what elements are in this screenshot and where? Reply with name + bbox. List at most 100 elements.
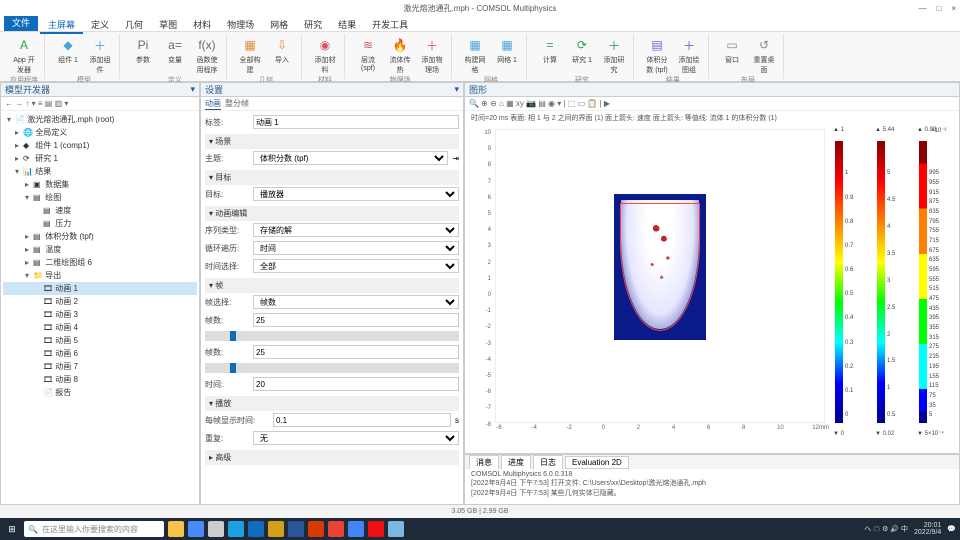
tree-node[interactable]: ▾📁 导出 bbox=[3, 269, 197, 282]
target-select[interactable]: 播放器 bbox=[253, 187, 459, 201]
taskbar-app[interactable] bbox=[308, 521, 324, 537]
section-scene[interactable]: ▾ 场景 bbox=[205, 134, 459, 149]
frame-sel-select[interactable]: 帧数 bbox=[253, 295, 459, 309]
section-anim-edit[interactable]: ▾ 动画编辑 bbox=[205, 206, 459, 221]
taskbar-app[interactable] bbox=[228, 521, 244, 537]
tree-node[interactable]: ▾📄 激光熔池通孔.mph (root) bbox=[3, 113, 197, 126]
label-input[interactable] bbox=[253, 115, 459, 129]
tree-node[interactable]: 🎞 动画 4 bbox=[3, 321, 197, 334]
taskbar-app[interactable] bbox=[388, 521, 404, 537]
tree-node[interactable]: ▸▤ 温度 bbox=[3, 243, 197, 256]
close-button[interactable]: × bbox=[951, 4, 956, 13]
section-frames[interactable]: ▾ 帧 bbox=[205, 278, 459, 293]
app-builder[interactable]: AApp 开发器 bbox=[11, 36, 37, 75]
graphics-toolbar[interactable]: 🔍 ⊕ ⊖ ⌂ ▦ xy 📷 ▤ ◉ ▾ | ⬚ ▭ 📋 | ▶ bbox=[465, 97, 959, 111]
tree-node[interactable]: 🎞 动画 5 bbox=[3, 334, 197, 347]
tree-node[interactable]: ▤ 压力 bbox=[3, 217, 197, 230]
tree-node[interactable]: ▸▤ 体积分数 (tpf) bbox=[3, 230, 197, 243]
taskbar-app[interactable] bbox=[168, 521, 184, 537]
tab-7[interactable]: 研究 bbox=[296, 18, 330, 32]
tab-4[interactable]: 材料 bbox=[185, 18, 219, 32]
laminar-flow[interactable]: ≋层流 (spf) bbox=[355, 36, 381, 72]
tree-node[interactable]: 🎞 动画 1 bbox=[3, 282, 197, 295]
tree-node[interactable]: ▤ 速度 bbox=[3, 204, 197, 217]
taskbar-app[interactable] bbox=[268, 521, 284, 537]
panel-collapse-icon[interactable]: ▾ bbox=[454, 84, 459, 95]
start-button[interactable]: ⊞ bbox=[4, 521, 20, 537]
system-tray[interactable]: へ ☁ ⚙ 🔊 中 20:012022/9/4 💬 bbox=[864, 522, 956, 536]
plot-area[interactable]: 109876543210-1-2-3-4-5-6-7-8 -6-4-202468… bbox=[477, 127, 829, 437]
log-tab-1[interactable]: 进度 bbox=[501, 455, 531, 470]
tree-node[interactable]: ▾📊 结果 bbox=[3, 165, 197, 178]
study1[interactable]: ⟳研究 1 bbox=[569, 36, 595, 65]
notification-icon[interactable]: 💬 bbox=[947, 525, 956, 533]
log-tab-0[interactable]: 消息 bbox=[469, 455, 499, 470]
repeat-select[interactable]: 无 bbox=[253, 431, 459, 445]
taskbar-search[interactable]: 🔍 在这里输入你要搜索的内容 bbox=[24, 521, 164, 537]
add-plot[interactable]: ＋添加绘图组 bbox=[676, 36, 702, 75]
build-mesh[interactable]: ▦构建网格 bbox=[462, 36, 488, 75]
add-study[interactable]: ＋添加研究 bbox=[601, 36, 627, 75]
model-tree[interactable]: ▾📄 激光熔池通孔.mph (root)▸🌐 全局定义▸◆ 组件 1 (comp… bbox=[1, 111, 199, 517]
settings-tab-frames[interactable]: 整分帧 bbox=[225, 98, 249, 109]
reset-desktop[interactable]: ↺重置桌面 bbox=[751, 36, 777, 75]
taskbar-app[interactable] bbox=[368, 521, 384, 537]
taskbar-app[interactable] bbox=[248, 521, 264, 537]
log-tab-2[interactable]: 日志 bbox=[533, 455, 563, 470]
parameters[interactable]: Pi参数 bbox=[130, 36, 156, 65]
add-component[interactable]: ＋添加组件 bbox=[87, 36, 113, 75]
tab-0[interactable]: 主屏幕 bbox=[40, 18, 83, 34]
settings-tab-anim[interactable]: 动画 bbox=[205, 98, 221, 110]
tree-node[interactable]: ▸▤ 二维绘图组 6 bbox=[3, 256, 197, 269]
log-tab-3[interactable]: Evaluation 2D bbox=[565, 456, 629, 469]
tree-node[interactable]: ▸▣ 数据集 bbox=[3, 178, 197, 191]
taskbar-app[interactable] bbox=[188, 521, 204, 537]
tree-node[interactable]: 🎞 动画 6 bbox=[3, 347, 197, 360]
windows[interactable]: ▭窗口 bbox=[719, 36, 745, 65]
build-all[interactable]: ▦全部构建 bbox=[237, 36, 263, 75]
tab-2[interactable]: 几何 bbox=[117, 18, 151, 32]
maximize-button[interactable]: □ bbox=[936, 4, 941, 13]
frames2-input[interactable] bbox=[253, 345, 459, 359]
taskbar-app[interactable] bbox=[208, 521, 224, 537]
tab-3[interactable]: 草图 bbox=[151, 18, 185, 32]
taskbar-app[interactable] bbox=[328, 521, 344, 537]
add-physics[interactable]: ＋添加物理场 bbox=[419, 36, 445, 75]
frames2-slider[interactable] bbox=[205, 363, 459, 373]
tree-node[interactable]: ▸◆ 组件 1 (comp1) bbox=[3, 139, 197, 152]
vf-tpf[interactable]: ▤体积分数 (tpf) bbox=[644, 36, 670, 75]
tab-file[interactable]: 文件 bbox=[4, 14, 38, 31]
section-play[interactable]: ▾ 播放 bbox=[205, 396, 459, 411]
section-target[interactable]: ▾ 目标 bbox=[205, 170, 459, 185]
tree-node[interactable]: 📄 报告 bbox=[3, 386, 197, 399]
component[interactable]: ◆组件 1 bbox=[55, 36, 81, 65]
time-sel-select[interactable]: 全部 bbox=[253, 259, 459, 273]
tree-node[interactable]: 🎞 动画 8 bbox=[3, 373, 197, 386]
compute[interactable]: =计算 bbox=[537, 36, 563, 65]
tab-8[interactable]: 结果 bbox=[330, 18, 364, 32]
tab-5[interactable]: 物理场 bbox=[219, 18, 262, 32]
panel-collapse-icon[interactable]: ▾ bbox=[190, 84, 195, 95]
tab-1[interactable]: 定义 bbox=[83, 18, 117, 32]
mesh1[interactable]: ▦网格 1 bbox=[494, 36, 520, 65]
goto-icon[interactable]: ⇥ bbox=[452, 154, 459, 163]
variables[interactable]: a=变量 bbox=[162, 36, 188, 65]
delay-input[interactable] bbox=[273, 413, 451, 427]
frames-slider[interactable] bbox=[205, 331, 459, 341]
functions[interactable]: f(x)函数使用程序 bbox=[194, 36, 220, 75]
subject-select[interactable]: 体积分数 (tpf) bbox=[253, 151, 448, 165]
import[interactable]: ⇩导入 bbox=[269, 36, 295, 65]
tree-node[interactable]: 🎞 动画 7 bbox=[3, 360, 197, 373]
tab-6[interactable]: 网格 bbox=[262, 18, 296, 32]
frames-input[interactable] bbox=[253, 313, 459, 327]
seq-type-select[interactable]: 存储的解 bbox=[253, 223, 459, 237]
tab-9[interactable]: 开发工具 bbox=[364, 18, 416, 32]
tree-node[interactable]: 🎞 动画 3 bbox=[3, 308, 197, 321]
heat-transfer[interactable]: 🔥流体传热 bbox=[387, 36, 413, 75]
tree-node[interactable]: ▸⟳ 研究 1 bbox=[3, 152, 197, 165]
tree-node[interactable]: ▾▤ 绘图 bbox=[3, 191, 197, 204]
section-advanced[interactable]: ▸ 高级 bbox=[205, 450, 459, 465]
minimize-button[interactable]: — bbox=[918, 4, 926, 13]
loop-select[interactable]: 时间 bbox=[253, 241, 459, 255]
taskbar-app[interactable] bbox=[348, 521, 364, 537]
